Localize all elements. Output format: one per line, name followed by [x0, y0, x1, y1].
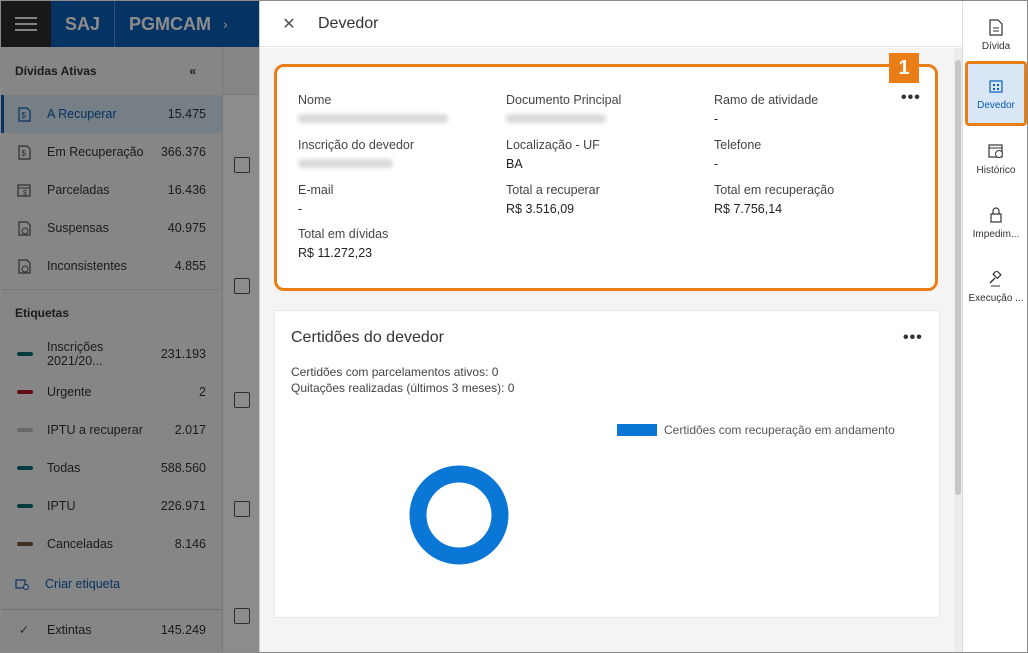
step-badge: 1 [889, 53, 919, 83]
rail-item-execucao[interactable]: Execução ... [965, 257, 1027, 317]
field-value: - [298, 202, 303, 216]
field-ramo: Ramo de atividade - [714, 93, 914, 126]
modal-overlay[interactable] [1, 1, 259, 652]
rail-item-label: Dívida [981, 41, 1011, 52]
field-documento: Documento Principal [506, 93, 706, 126]
field-label: Total em recuperação [714, 183, 835, 197]
rail-item-label: Histórico [976, 165, 1016, 176]
rail-item-divida[interactable]: Dívida [965, 5, 1027, 65]
legend-label: Certidões com recuperação em andamento [664, 423, 895, 437]
certidoes-line: Quitações realizadas (últimos 3 meses): … [291, 381, 515, 395]
field-localizacao: Localização - UF BA [506, 138, 706, 171]
rail-item-impedimentos[interactable]: Impedim... [965, 193, 1027, 253]
field-total-dividas: Total em dívidas R$ 11.272,23 [298, 227, 498, 260]
field-label: Telefone [714, 138, 762, 152]
field-value: BA [506, 157, 523, 171]
field-label: Nome [298, 93, 332, 107]
field-label: E-mail [298, 183, 334, 197]
legend-swatch [617, 424, 657, 436]
field-nome: Nome [298, 93, 498, 126]
field-value: - [714, 112, 719, 126]
field-value: R$ 3.516,09 [506, 202, 575, 216]
panel-header: ✕ Devedor [260, 1, 962, 47]
certidoes-line: Certidões com parcelamentos ativos: 0 [291, 365, 499, 379]
card-title: Certidões do devedor [291, 329, 444, 346]
window: SAJ PGMCAM › Dívidas Ativas « $ A Recupe… [0, 0, 1028, 653]
certidoes-card: Certidões do devedor ••• Certidões com p… [274, 310, 940, 618]
scrollbar-thumb[interactable] [955, 60, 961, 495]
field-value-redacted [506, 112, 706, 126]
donut-chart [409, 465, 509, 565]
gavel-icon [987, 270, 1005, 288]
field-label: Total a recuperar [506, 183, 600, 197]
panel-title: Devedor [318, 14, 379, 32]
building-icon [987, 77, 1005, 95]
field-total-recuperacao: Total em recuperação R$ 7.756,14 [714, 183, 914, 216]
rail-item-label: Impedim... [972, 229, 1020, 240]
rail-item-label: Devedor [977, 99, 1015, 111]
debtor-panel: ✕ Devedor 1 ••• Nome Documento Principal… [259, 1, 962, 652]
field-label: Inscrição do devedor [298, 138, 415, 152]
panel-body: 1 ••• Nome Documento Principal Ramo de a… [260, 48, 962, 652]
right-rail: Dívida Devedor Histórico Impedim... Exec… [962, 1, 1027, 652]
more-options-icon[interactable]: ••• [903, 329, 923, 347]
chart-legend: Certidões com recuperação em andamento [617, 423, 895, 437]
field-telefone: Telefone - [714, 138, 914, 171]
calendar-clock-icon [987, 142, 1005, 160]
scrollbar[interactable] [954, 48, 962, 652]
field-value: - [714, 157, 719, 171]
rail-item-historico[interactable]: Histórico [965, 129, 1027, 189]
field-value-redacted [298, 112, 498, 126]
document-icon [987, 18, 1005, 36]
rail-item-label: Execução ... [968, 293, 1024, 304]
field-value-redacted [298, 157, 498, 171]
field-label: Documento Principal [506, 93, 622, 107]
field-label: Ramo de atividade [714, 93, 819, 107]
field-label: Localização - UF [506, 138, 600, 152]
field-value: R$ 11.272,23 [298, 246, 373, 260]
field-inscricao: Inscrição do devedor [298, 138, 498, 171]
field-email: E-mail - [298, 183, 498, 216]
field-total-recuperar: Total a recuperar R$ 3.516,09 [506, 183, 706, 216]
close-icon[interactable]: ✕ [260, 14, 318, 34]
donut-slice[interactable] [409, 465, 509, 565]
field-value: R$ 7.756,14 [714, 202, 783, 216]
field-label: Total em dívidas [298, 227, 389, 241]
rail-item-devedor[interactable]: Devedor [965, 61, 1027, 126]
debtor-info-card: 1 ••• Nome Documento Principal Ramo de a… [274, 53, 938, 291]
lock-icon [987, 206, 1005, 224]
